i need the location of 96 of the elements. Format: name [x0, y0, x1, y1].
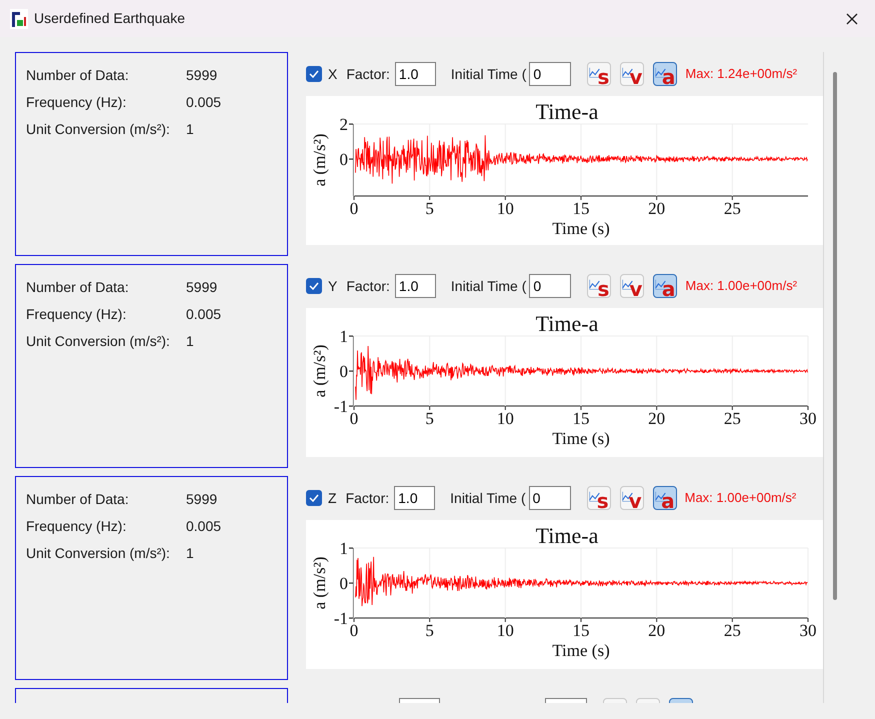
initial-time-label: Initial Time ( [450, 488, 526, 508]
x-tick-label: 10 [496, 199, 514, 218]
y-axis-label: a (m/s²) [310, 134, 329, 186]
plot-type-button[interactable]: v [620, 486, 644, 510]
chart-title: Time-a [536, 99, 598, 124]
x-tick-label: 0 [350, 621, 358, 640]
plot-type-button[interactable]: a [653, 274, 678, 298]
plot-type-button[interactable]: v [620, 274, 644, 298]
chart-icon [589, 66, 600, 79]
y-tick-label: 1 [340, 539, 348, 558]
x-tick-label: 20 [648, 199, 666, 218]
info-label: Unit Conversion (m/s²): [26, 544, 171, 563]
x-tick-label: 30 [800, 409, 816, 428]
y-tick-label: -1 [334, 397, 348, 416]
y-tick-label: 0 [340, 574, 348, 593]
info-value: 1 [186, 120, 194, 139]
chart-title: Time-a [536, 311, 598, 336]
x-tick-label: 0 [350, 409, 358, 428]
x-tick-label: 15 [572, 409, 590, 428]
info-value: 5999 [186, 490, 218, 509]
x-tick-label: 25 [724, 621, 741, 640]
x-tick-label: 5 [425, 621, 434, 640]
initial-time-label: Initial Time ( [450, 276, 526, 296]
check-icon [309, 282, 319, 290]
info-label: Frequency (Hz): [26, 305, 128, 324]
axis-checkbox[interactable] [306, 66, 322, 82]
y-axis-label: a (m/s²) [310, 556, 329, 610]
factor-label: Factor: [346, 488, 390, 508]
scrollbar-thumb[interactable] [833, 72, 837, 600]
info-label: Unit Conversion (m/s²): [26, 332, 171, 351]
max-value: Max: 1.00e+00m/s² [684, 489, 796, 508]
info-label: Unit Conversion (m/s²): [26, 120, 171, 139]
initial-time-field[interactable]: 0 [529, 62, 572, 86]
factor-label: Factor: [346, 276, 390, 296]
x-tick-label: 25 [724, 409, 741, 428]
x-axis-label: Time (s) [552, 219, 610, 238]
x-axis-label: Time (s) [552, 641, 610, 660]
y-tick-label: 1 [340, 327, 348, 346]
info-value: 0.005 [186, 305, 222, 324]
x-tick-label: 20 [648, 409, 666, 428]
factor-label: Factor: [346, 64, 390, 84]
info-label: Number of Data: [26, 278, 130, 297]
x-axis-label: Time (s) [552, 429, 610, 448]
axis-checkbox[interactable] [306, 490, 322, 506]
initial-time-field[interactable]: 0 [528, 486, 571, 510]
x-tick-label: 25 [724, 199, 741, 218]
info-label: Number of Data: [26, 66, 130, 85]
plot-type-button[interactable]: s [587, 274, 612, 298]
y-tick-label: 0 [340, 362, 348, 381]
y-axis [349, 548, 354, 619]
plot-type-button[interactable]: a [652, 486, 677, 510]
x-tick-label: 20 [648, 621, 666, 640]
x-tick-label: 30 [800, 621, 816, 640]
info-value: 1 [186, 544, 194, 563]
initial-time-label: Initial Time ( [450, 64, 526, 84]
x-tick-label: 15 [572, 621, 590, 640]
factor-field[interactable]: 1.0 [394, 62, 436, 86]
axis-checkbox[interactable] [306, 278, 322, 294]
chart-title: Time-a [536, 523, 598, 548]
info-label: Frequency (Hz): [26, 517, 128, 536]
max-value: Max: 1.24e+00m/s² [685, 65, 798, 84]
plot-type-button[interactable]: v [620, 62, 644, 86]
info-value: 0.005 [186, 93, 222, 112]
y-axis-label: a (m/s²) [310, 344, 329, 398]
chart-icon [589, 278, 600, 291]
info-value: 1 [186, 332, 194, 351]
app-icon [10, 8, 28, 28]
max-value: Max: 1.00e+00m/s² [685, 277, 798, 296]
info-value: 5999 [186, 278, 218, 297]
y-axis [349, 336, 354, 407]
window-title: Userdefined Earthquake [34, 9, 185, 28]
y-tick-label: 2 [340, 115, 348, 134]
check-icon [309, 494, 319, 502]
axis-label: Y [328, 276, 338, 296]
x-tick-label: 5 [425, 199, 434, 218]
initial-time-field[interactable]: 0 [529, 274, 572, 298]
info-label: Number of Data: [26, 490, 130, 509]
plot-type-button[interactable]: s [586, 486, 611, 510]
y-tick-label: -1 [334, 609, 348, 628]
axis-label: Z [328, 488, 337, 508]
x-tick-label: 0 [350, 199, 358, 218]
info-value: 5999 [186, 66, 218, 85]
info-label: Frequency (Hz): [26, 93, 128, 112]
plot-type-button[interactable]: a [653, 62, 678, 86]
x-tick-label: 5 [425, 409, 434, 428]
factor-field[interactable]: 1.0 [394, 274, 436, 298]
x-tick-label: 10 [496, 409, 514, 428]
axis-label: X [328, 64, 338, 84]
close-icon [846, 12, 858, 24]
info-value: 0.005 [186, 517, 222, 536]
plot-type-button[interactable]: s [587, 62, 612, 86]
x-tick-label: 15 [572, 199, 590, 218]
x-tick-label: 10 [496, 621, 514, 640]
check-icon [309, 70, 319, 78]
y-tick-label: 0 [340, 150, 348, 169]
factor-field[interactable]: 1.0 [394, 486, 436, 510]
